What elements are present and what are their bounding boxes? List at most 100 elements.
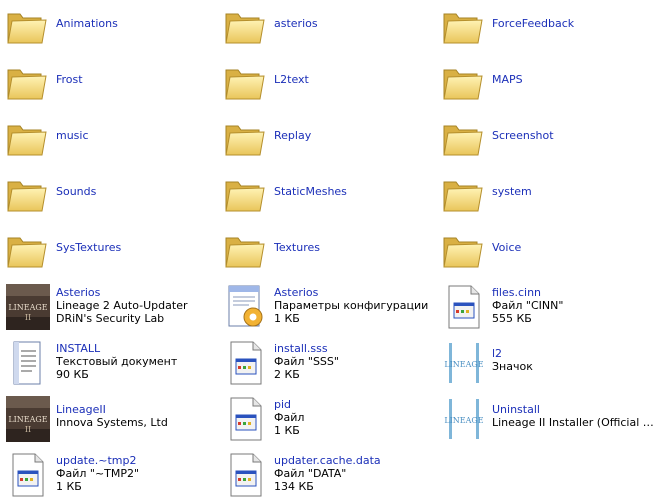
file-item[interactable]: Animations — [3, 0, 221, 54]
file-name: MAPS — [492, 73, 523, 86]
folder-icon[interactable] — [441, 226, 487, 274]
file-name: Textures — [274, 241, 320, 254]
file-item-label[interactable]: update.~tmp2 Файл "~TMP2" 1 КБ — [56, 454, 218, 493]
file-item[interactable]: Screenshot — [439, 112, 657, 166]
file-item-label[interactable]: music — [56, 129, 218, 142]
file-item[interactable]: Sounds — [3, 168, 221, 222]
folder-icon[interactable] — [441, 170, 487, 218]
folder-icon[interactable] — [441, 114, 487, 162]
folder-icon[interactable] — [5, 2, 51, 50]
file-item-label[interactable]: Animations — [56, 17, 218, 30]
file-name: INSTALL — [56, 342, 101, 355]
file-item[interactable]: ForceFeedback — [439, 0, 657, 54]
file-item[interactable]: LINEAGE II Asterios Lineage 2 Auto-Updater D… — [3, 281, 221, 335]
file-item[interactable]: StaticMeshes — [221, 168, 439, 222]
file-item[interactable]: system — [439, 168, 657, 222]
file-item-label[interactable]: pid Файл 1 КБ — [274, 398, 436, 437]
folder-icon[interactable] — [223, 226, 269, 274]
file-name: asterios — [274, 17, 318, 30]
file-item[interactable]: SysTextures — [3, 224, 221, 278]
file-item[interactable]: Frost — [3, 56, 221, 110]
generic-file-icon[interactable] — [5, 451, 51, 499]
text-document-icon[interactable] — [5, 339, 51, 387]
file-name: music — [56, 129, 89, 142]
file-item-label[interactable]: SysTextures — [56, 241, 218, 254]
file-item[interactable]: install.sss Файл "SSS" 2 КБ — [221, 337, 439, 391]
file-item-label[interactable]: Voice — [492, 241, 654, 254]
file-item-label[interactable]: ForceFeedback — [492, 17, 654, 30]
file-item[interactable]: Asterios Параметры конфигурации 1 КБ — [221, 281, 439, 335]
file-item[interactable]: INSTALL Текстовый документ 90 КБ — [3, 337, 221, 391]
file-detail: 134 КБ — [274, 480, 314, 493]
file-name: l2 — [492, 347, 503, 360]
file-detail: 2 КБ — [274, 368, 300, 381]
file-item-label[interactable]: files.cinn Файл "CINN" 555 КБ — [492, 286, 654, 325]
file-list-view: Animations asterios ForceFeedback Frost L2te… — [0, 0, 657, 502]
file-item-label[interactable]: Uninstall Lineage II Installer (Official … — [492, 403, 654, 429]
file-item[interactable]: MAPS — [439, 56, 657, 110]
file-item-label[interactable]: Asterios Параметры конфигурации 1 КБ — [274, 286, 436, 325]
file-name: SysTextures — [56, 241, 122, 254]
folder-icon[interactable] — [223, 114, 269, 162]
file-item-label[interactable]: Replay — [274, 129, 436, 142]
file-type: Значок — [492, 360, 533, 373]
file-name: LineageII — [56, 403, 106, 416]
file-item[interactable]: Replay — [221, 112, 439, 166]
file-type: Файл "DATA" — [274, 467, 347, 480]
generic-file-icon[interactable] — [223, 451, 269, 499]
file-item-label[interactable]: l2 Значок — [492, 347, 654, 373]
file-item[interactable]: LINEAGE Uninstall Lineage II Installer (Of… — [439, 393, 657, 447]
file-item-label[interactable]: LineageII Innova Systems, Ltd — [56, 403, 218, 429]
file-detail: 1 КБ — [274, 424, 300, 437]
file-type: Параметры конфигурации — [274, 299, 429, 312]
file-item-label[interactable]: L2text — [274, 73, 436, 86]
file-item[interactable]: asterios — [221, 0, 439, 54]
file-name: ForceFeedback — [492, 17, 575, 30]
file-item-label[interactable]: asterios — [274, 17, 436, 30]
folder-icon[interactable] — [5, 114, 51, 162]
folder-icon[interactable] — [223, 58, 269, 106]
file-item-label[interactable]: Asterios Lineage 2 Auto-Updater DRiN's Sec… — [56, 286, 218, 325]
file-detail: DRiN's Security Lab — [56, 312, 165, 325]
folder-icon[interactable] — [5, 226, 51, 274]
file-item-label[interactable]: Sounds — [56, 185, 218, 198]
file-item-label[interactable]: system — [492, 185, 654, 198]
file-item-label[interactable]: Frost — [56, 73, 218, 86]
file-name: files.cinn — [492, 286, 542, 299]
file-item-label[interactable]: install.sss Файл "SSS" 2 КБ — [274, 342, 436, 381]
lineage-exe-icon[interactable]: LINEAGE II — [5, 395, 51, 443]
file-item[interactable]: Voice — [439, 224, 657, 278]
generic-file-icon[interactable] — [223, 395, 269, 443]
svg-text:LINEAGE: LINEAGE — [8, 303, 47, 312]
generic-file-icon[interactable] — [441, 283, 487, 331]
config-file-icon[interactable] — [223, 283, 269, 331]
file-type: Текстовый документ — [56, 355, 178, 368]
file-item[interactable]: LINEAGE l2 Значок — [439, 337, 657, 391]
file-item[interactable]: files.cinn Файл "CINN" 555 КБ — [439, 281, 657, 335]
file-item[interactable]: L2text — [221, 56, 439, 110]
lineage-logo-icon[interactable]: LINEAGE — [441, 395, 487, 443]
lineage-logo-icon[interactable]: LINEAGE — [441, 339, 487, 387]
folder-icon[interactable] — [223, 2, 269, 50]
file-type: Файл "CINN" — [492, 299, 564, 312]
file-item[interactable]: Textures — [221, 224, 439, 278]
folder-icon[interactable] — [441, 2, 487, 50]
file-item[interactable]: LINEAGE II LineageII Innova Systems, Ltd — [3, 393, 221, 447]
file-item[interactable]: updater.cache.data Файл "DATA" 134 КБ — [221, 449, 439, 503]
lineage-exe-icon[interactable]: LINEAGE II — [5, 283, 51, 331]
file-item-label[interactable]: StaticMeshes — [274, 185, 436, 198]
file-item[interactable]: music — [3, 112, 221, 166]
file-item-label[interactable]: INSTALL Текстовый документ 90 КБ — [56, 342, 218, 381]
folder-icon[interactable] — [5, 170, 51, 218]
file-item-label[interactable]: updater.cache.data Файл "DATA" 134 КБ — [274, 454, 436, 493]
file-item[interactable]: update.~tmp2 Файл "~TMP2" 1 КБ — [3, 449, 221, 503]
file-item-label[interactable]: Textures — [274, 241, 436, 254]
file-item-label[interactable]: Screenshot — [492, 129, 654, 142]
folder-icon[interactable] — [223, 170, 269, 218]
generic-file-icon[interactable] — [223, 339, 269, 387]
file-item-label[interactable]: MAPS — [492, 73, 654, 86]
file-type: Lineage 2 Auto-Updater — [56, 299, 188, 312]
folder-icon[interactable] — [5, 58, 51, 106]
folder-icon[interactable] — [441, 58, 487, 106]
file-item[interactable]: pid Файл 1 КБ — [221, 393, 439, 447]
